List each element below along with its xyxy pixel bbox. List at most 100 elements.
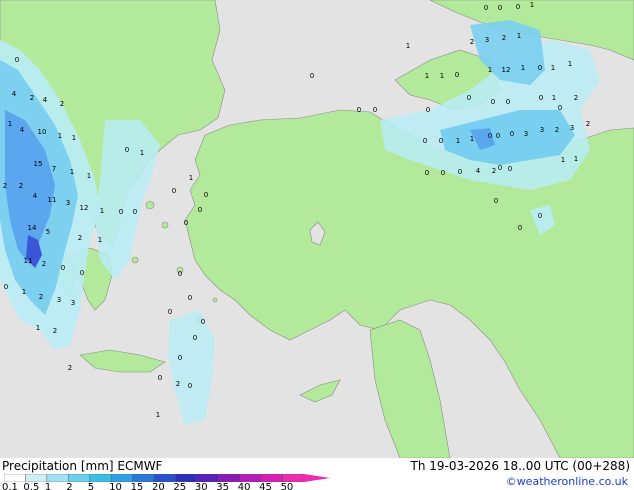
precip-value-label: 2: [574, 94, 578, 102]
color-scale-label: 25: [173, 482, 187, 490]
precip-value-label: 0: [425, 169, 429, 177]
precip-value-label: 2: [3, 182, 7, 190]
map-title: Precipitation [mm] ECMWF: [2, 459, 163, 473]
precip-value-label: 2: [470, 38, 474, 46]
precip-value-label: 1: [72, 134, 76, 142]
color-scale-swatch: [132, 474, 155, 482]
precip-value-label: 2: [586, 120, 590, 128]
precip-value-label: 0: [158, 374, 162, 382]
color-scale-swatch: [4, 474, 26, 482]
precip-value-label: 0: [204, 191, 208, 199]
precip-value-label: 1: [189, 174, 193, 182]
color-scale-label: 5: [87, 482, 95, 490]
color-scale-label: 10: [109, 482, 122, 490]
precip-value-label: 15: [34, 160, 43, 168]
precip-value-label: 1: [517, 32, 521, 40]
color-scale-swatch: [25, 474, 48, 482]
precip-value-label: 1: [406, 42, 410, 50]
precip-value-label: 0: [441, 169, 445, 177]
precip-value-label: 0: [508, 165, 512, 173]
precip-value-label: 14: [28, 224, 37, 232]
precip-value-label: 11: [48, 196, 57, 204]
precip-value-label: 0: [498, 164, 502, 172]
precip-value-label: 0: [467, 94, 471, 102]
precip-value-label: 1: [98, 236, 102, 244]
precip-value-label: 1: [552, 94, 556, 102]
precip-value-label: 0: [488, 132, 492, 140]
precip-value-label: 0: [538, 212, 542, 220]
precip-value-label: 11: [24, 257, 33, 265]
precip-value-label: 1: [425, 72, 429, 80]
precip-value-label: 0: [178, 270, 182, 278]
color-scale-label: 0.1: [2, 482, 18, 490]
precip-value-label: 0: [4, 283, 8, 291]
precip-value-label: 2: [39, 293, 43, 301]
precip-value-label: 4: [43, 96, 48, 104]
precip-value-label: 0: [184, 219, 188, 227]
color-scale-swatch: [218, 474, 240, 482]
precip-value-label: 0: [558, 104, 562, 112]
precip-value-label: 7: [52, 165, 56, 173]
precip-value-label: 3: [540, 126, 544, 134]
island-3: [131, 256, 139, 264]
precip-value-label: 0: [198, 206, 202, 214]
precip-value-label: 1: [100, 207, 104, 215]
color-scale-swatch: [282, 474, 305, 482]
precip-value-label: 0: [506, 98, 510, 106]
precip-value-label: 0: [193, 334, 197, 342]
precip-value-label: 0: [119, 208, 123, 216]
precip-value-label: 0: [201, 318, 205, 326]
precip-value-label: 0: [496, 132, 500, 140]
color-scale-swatch: [110, 474, 133, 482]
precip-value-label: 0: [423, 137, 427, 145]
color-scale-label: 2: [66, 482, 73, 490]
precip-value-label: 2: [19, 182, 23, 190]
precip-value-label: 0: [373, 106, 377, 114]
precip-value-label: 0: [178, 354, 182, 362]
precip-value-label: 0: [494, 197, 498, 205]
color-scale-label: 50: [280, 482, 294, 490]
precip-value-label: 2: [30, 94, 34, 102]
precip-value-label: 2: [502, 34, 506, 42]
precip-value-label: 4: [12, 90, 17, 98]
color-scale: [4, 474, 330, 482]
precip-value-label: 0: [539, 94, 543, 102]
precip-value-label: 1: [551, 64, 555, 72]
legend-bar: Precipitation [mm] ECMWF Th 19-03-2026 1…: [0, 458, 634, 490]
island-2: [161, 221, 169, 229]
precip-value-label: 0: [455, 71, 459, 79]
precip-value-label: 0: [357, 106, 361, 114]
precip-value-label: 12: [502, 66, 511, 74]
precip-value-label: 3: [570, 124, 574, 132]
precip-value-label: 1: [156, 411, 160, 419]
color-scale-swatch: [239, 474, 262, 482]
precip-value-label: 0: [310, 72, 314, 80]
precip-value-label: 1: [22, 288, 26, 296]
color-scale-label: 1: [44, 482, 52, 490]
precip-value-label: 3: [66, 199, 70, 207]
precip-value-label: 1: [488, 66, 492, 74]
color-scale-swatch: [260, 474, 283, 482]
color-scale-swatch: [196, 474, 219, 482]
copyright-link[interactable]: ©weatheronline.co.uk: [506, 475, 628, 488]
precip-value-label: 3: [57, 296, 61, 304]
color-scale-swatch: [89, 474, 112, 482]
precip-value-label: 4: [33, 192, 38, 200]
precip-value-label: 0: [538, 64, 542, 72]
valid-time: Th 19-03-2026 18..00 UTC (00+288): [410, 459, 630, 473]
precip-value-label: 0: [125, 146, 129, 154]
precip-value-label: 0: [458, 168, 462, 176]
precip-value-label: 3: [485, 36, 489, 44]
color-scale-swatch: [153, 474, 176, 482]
precip-value-label: 0: [439, 137, 443, 145]
precip-value-label: 3: [71, 299, 75, 307]
map-canvas: 0 0 0 12 3 2 110 1 1 01 12 1 0 1 100 0 00 0 0 1 200 0 1 1 0 0 0 3 3 2…: [0, 0, 634, 458]
precip-value-label: 2: [42, 260, 46, 268]
precip-value-label: 0: [61, 264, 65, 272]
precip-value-label: 0: [484, 4, 488, 12]
precip-value-label: 1: [561, 156, 565, 164]
precip-value-label: 12: [80, 204, 89, 212]
precip-value-label: 1: [36, 324, 40, 332]
precip-value-label: 1: [70, 168, 74, 176]
precip-value-label: 2: [53, 327, 57, 335]
